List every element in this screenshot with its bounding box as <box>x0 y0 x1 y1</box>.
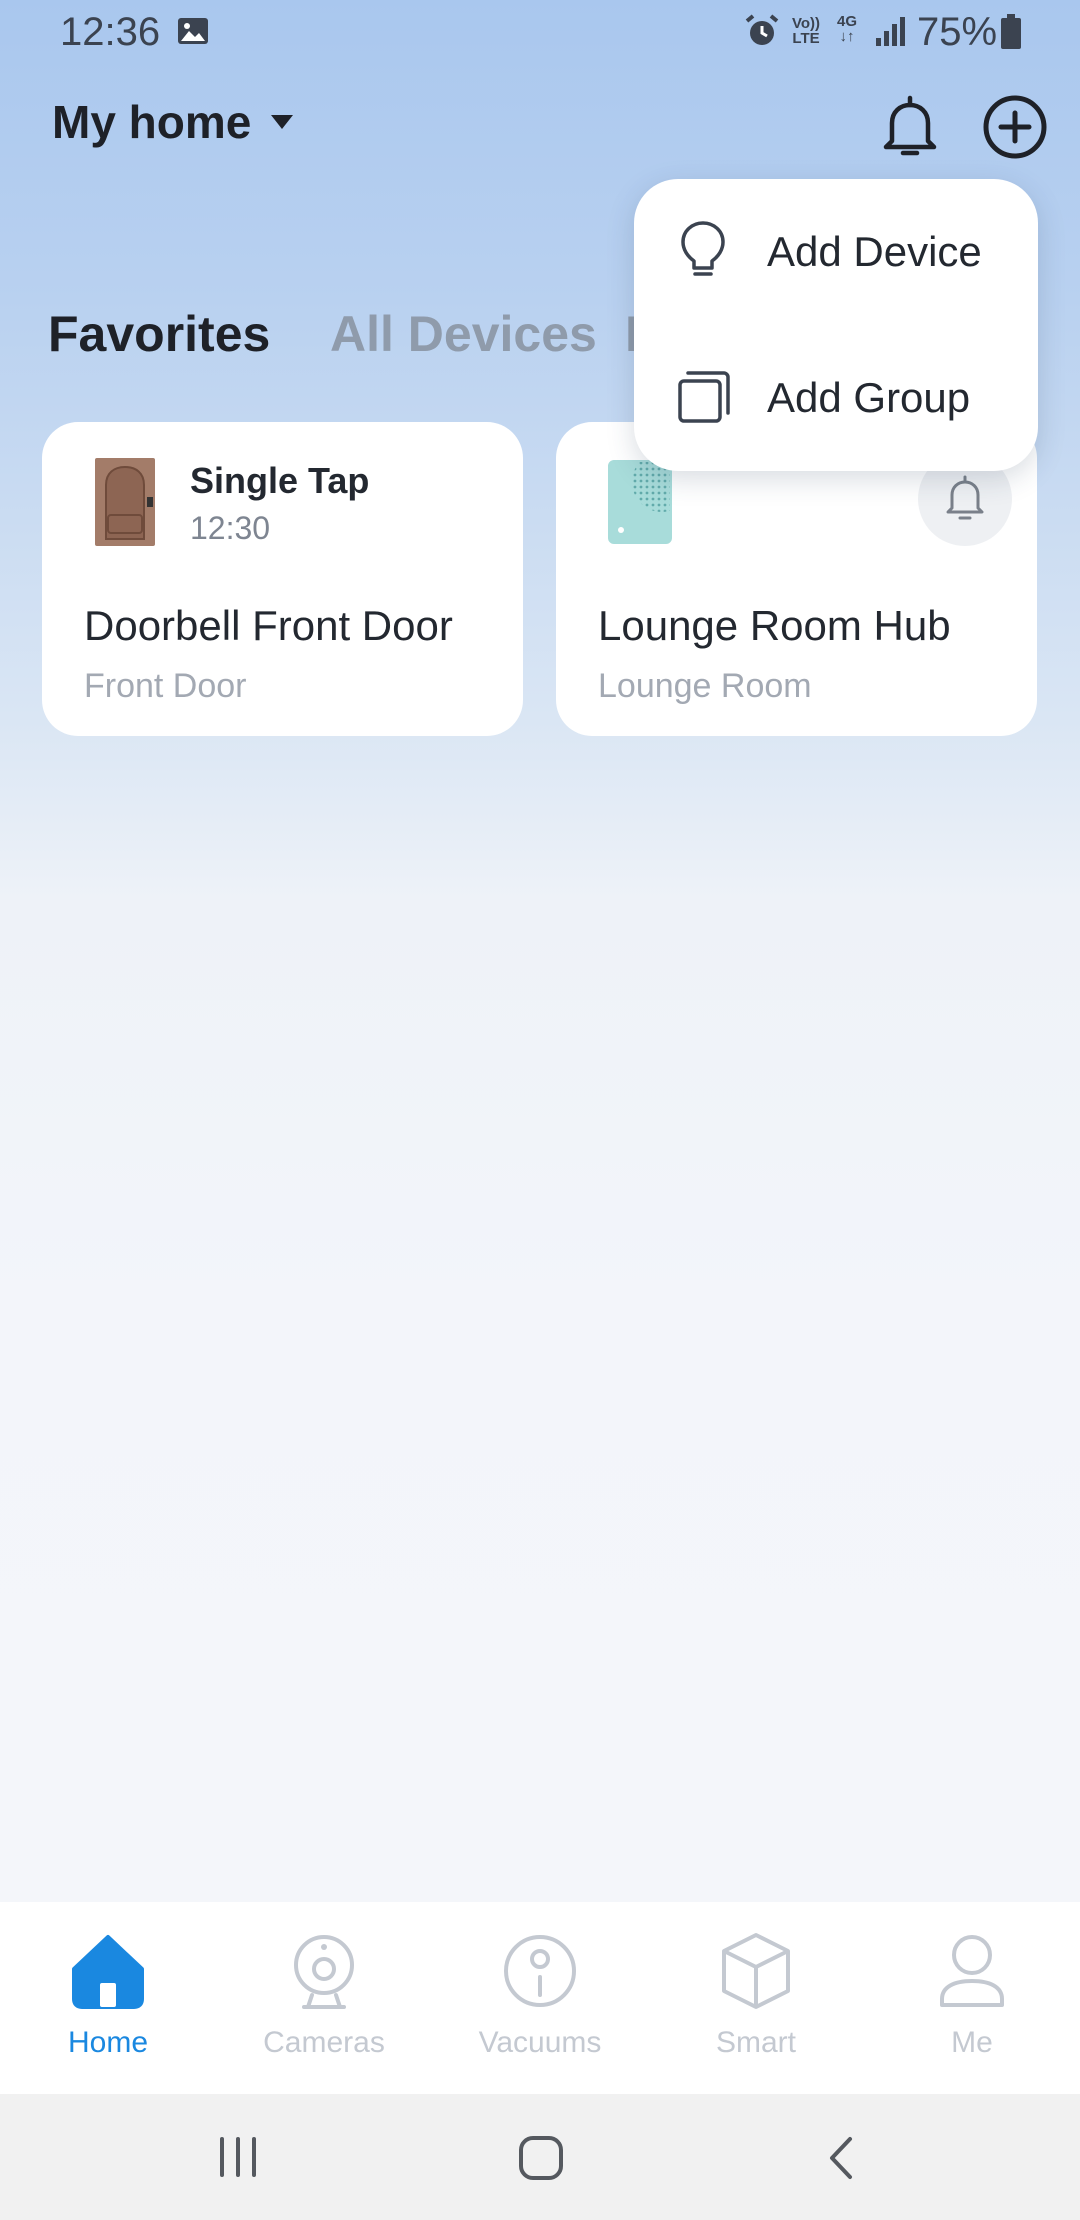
recent-apps-button[interactable] <box>178 2094 298 2220</box>
home-selector[interactable]: My home <box>52 95 294 149</box>
nav-label: Me <box>951 2026 993 2059</box>
nav-label: Cameras <box>263 2026 385 2059</box>
system-navigation-bar <box>0 2094 1080 2220</box>
device-card-doorbell[interactable]: Single Tap 12:30 Doorbell Front Door Fro… <box>42 422 523 736</box>
back-button[interactable] <box>784 2094 904 2220</box>
alarm-icon <box>745 14 779 45</box>
image-notification-icon <box>178 18 208 44</box>
device-room: Lounge Room <box>598 667 812 705</box>
menu-item-add-device[interactable]: Add Device <box>634 185 1038 315</box>
home-icon <box>72 1935 144 2009</box>
device-name: Lounge Room Hub <box>598 602 951 649</box>
menu-item-label: Add Group <box>767 374 971 421</box>
bell-icon[interactable] <box>880 95 940 159</box>
group-icon <box>678 371 730 423</box>
nav-item-vacuums[interactable]: Vacuums <box>432 1902 648 2094</box>
network-type-indicator: 4G ↓↑ <box>836 13 857 45</box>
menu-item-label: Add Device <box>767 228 982 275</box>
nav-item-home[interactable]: Home <box>0 1902 216 2094</box>
last-event-title: Single Tap <box>190 460 370 501</box>
hub-device-icon <box>608 460 672 544</box>
recent-apps-icon <box>220 2137 256 2177</box>
person-icon <box>940 1935 1004 2007</box>
home-circle-icon <box>519 2136 563 2180</box>
vacuum-icon <box>504 1935 576 2007</box>
last-event-time: 12:30 <box>190 510 271 546</box>
status-time: 12:36 <box>60 10 161 54</box>
nav-item-smart[interactable]: Smart <box>648 1902 864 2094</box>
add-menu-dropdown: Add Device Add Group <box>634 179 1038 471</box>
nav-item-cameras[interactable]: Cameras <box>216 1902 432 2094</box>
signal-icon <box>876 17 905 46</box>
cube-icon <box>722 1933 790 2009</box>
tab-all-devices[interactable]: All Devices <box>330 305 597 363</box>
battery-icon <box>1001 14 1021 49</box>
nav-label: Vacuums <box>478 2026 602 2059</box>
device-room: Front Door <box>84 667 247 705</box>
menu-item-add-group[interactable]: Add Group <box>634 331 1038 461</box>
nav-label: Smart <box>715 2026 796 2059</box>
lightbulb-icon <box>681 221 725 276</box>
door-icon <box>95 458 155 546</box>
bell-icon <box>946 475 984 520</box>
home-title: My home <box>52 96 252 148</box>
caret-down-icon <box>271 115 294 129</box>
volte-indicator: Vo)) LTE <box>791 15 821 47</box>
camera-icon <box>294 1935 354 2009</box>
nav-item-me[interactable]: Me <box>864 1902 1080 2094</box>
home-system-button[interactable] <box>480 2094 600 2220</box>
back-chevron-icon <box>830 2137 852 2179</box>
nav-label: Home <box>67 2026 149 2059</box>
tab-favorites[interactable]: Favorites <box>48 305 270 363</box>
device-name: Doorbell Front Door <box>84 602 453 649</box>
battery-percentage: 75% <box>917 10 998 54</box>
status-bar: 12:36 Vo)) LTE 4G ↓↑ 75% <box>0 0 1080 64</box>
add-circle-icon[interactable] <box>982 92 1052 162</box>
bottom-navigation: Home Cameras Vacuums Smart Me <box>0 1902 1080 2094</box>
